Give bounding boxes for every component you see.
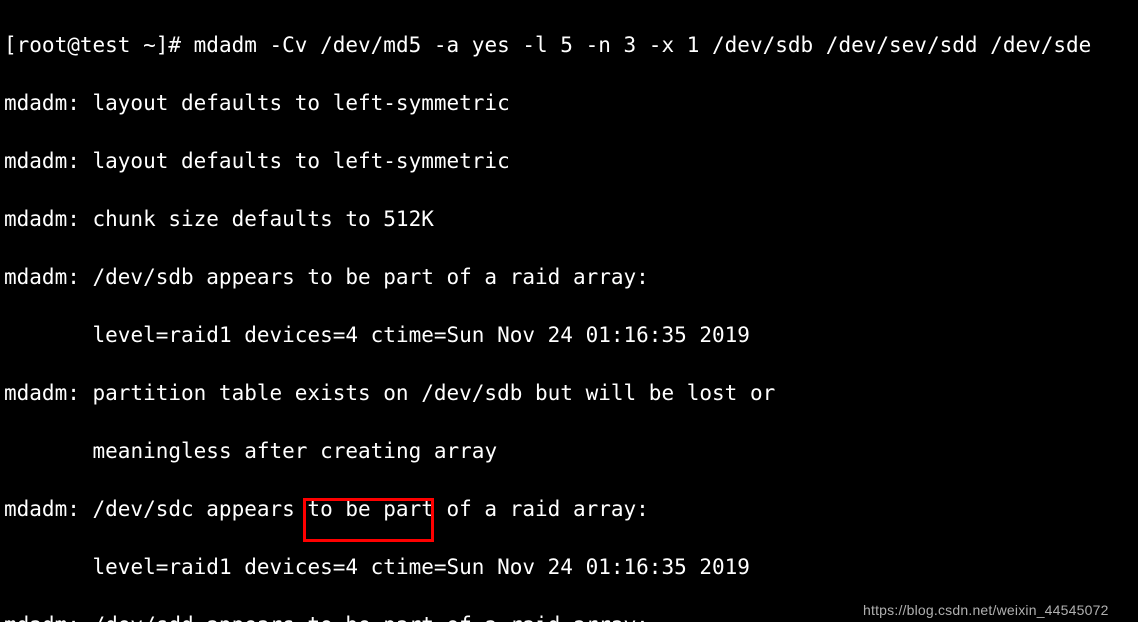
output-line: mdadm: /dev/sdc appears to be part of a … xyxy=(4,495,1134,524)
output-line: mdadm: chunk size defaults to 512K xyxy=(4,205,1134,234)
terminal[interactable]: [root@test ~]# mdadm -Cv /dev/md5 -a yes… xyxy=(0,0,1138,622)
output-line: mdadm: partition table exists on /dev/sd… xyxy=(4,379,1134,408)
output-line: mdadm: layout defaults to left-symmetric xyxy=(4,89,1134,118)
shell-prompt: [root@test ~]# xyxy=(4,33,194,57)
output-line: mdadm: layout defaults to left-symmetric xyxy=(4,147,1134,176)
output-line: level=raid1 devices=4 ctime=Sun Nov 24 0… xyxy=(4,553,1134,582)
output-line: mdadm: /dev/sdb appears to be part of a … xyxy=(4,263,1134,292)
watermark-text: https://blog.csdn.net/weixin_44545072 xyxy=(863,596,1109,622)
command-text: mdadm -Cv /dev/md5 -a yes -l 5 -n 3 -x 1… xyxy=(194,33,1092,57)
output-line: level=raid1 devices=4 ctime=Sun Nov 24 0… xyxy=(4,321,1134,350)
prompt-line: [root@test ~]# mdadm -Cv /dev/md5 -a yes… xyxy=(4,31,1134,60)
output-line: meaningless after creating array xyxy=(4,437,1134,466)
